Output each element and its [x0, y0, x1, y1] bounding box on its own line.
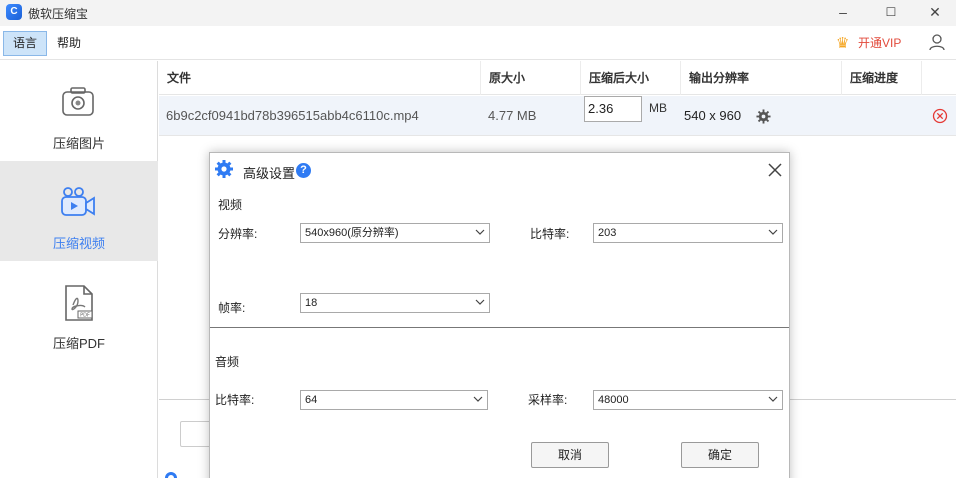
column-file: 文件	[167, 71, 192, 85]
dialog-title: 高级设置	[243, 166, 296, 181]
section-divider	[210, 327, 789, 328]
video-camera-icon	[61, 187, 95, 216]
vip-button[interactable]: ♛ 开通VIP	[836, 33, 901, 53]
column-compressed-size: 压缩后大小	[580, 61, 680, 95]
menu-bar: 语言 帮助 ♛ 开通VIP	[0, 26, 956, 60]
framerate-value: 18	[305, 297, 318, 309]
background-radio[interactable]	[165, 472, 177, 478]
crown-icon: ♛	[836, 34, 850, 52]
menu-language[interactable]: 语言	[3, 31, 48, 56]
video-bitrate-value: 203	[598, 227, 617, 239]
chevron-down-icon	[768, 396, 778, 402]
sidebar-item-label: 压缩图片	[52, 136, 105, 151]
column-actions	[921, 61, 956, 95]
file-name: 6b9c2cf0941bd78b396515abb4c6110c.mp4	[166, 108, 419, 123]
audio-bitrate-label: 比特率:	[215, 393, 255, 407]
resolution-select[interactable]: 540x960(原分辨率)	[300, 223, 490, 243]
chevron-down-icon	[475, 229, 485, 235]
gear-icon[interactable]	[756, 109, 771, 124]
cancel-button[interactable]: 取消	[531, 442, 609, 468]
audio-section-label: 音频	[215, 355, 240, 369]
camera-icon	[62, 87, 94, 116]
sidebar: 压缩图片 压缩视频 PDF 压缩PDF	[0, 61, 158, 478]
pdf-icon: PDF	[65, 285, 93, 321]
close-window-button[interactable]: ✕	[912, 0, 956, 26]
column-progress: 压缩进度	[841, 61, 921, 95]
sample-rate-value: 48000	[598, 394, 629, 406]
sidebar-item-compress-image[interactable]: 压缩图片	[0, 61, 158, 161]
resolution-label: 分辨率:	[218, 227, 258, 241]
resolution-value: 540x960(原分辨率)	[305, 227, 399, 239]
chevron-down-icon	[768, 229, 778, 235]
remove-icon[interactable]	[932, 108, 948, 124]
chevron-down-icon	[473, 396, 483, 402]
title-bar: C 傲软压缩宝 – ☐ ✕	[0, 0, 956, 26]
user-icon[interactable]	[927, 32, 947, 52]
settings-gear-icon	[215, 160, 233, 178]
app-logo-icon: C	[6, 4, 22, 20]
app-title: 傲软压缩宝	[28, 7, 89, 21]
framerate-label: 帧率:	[218, 301, 246, 315]
sidebar-item-compress-pdf[interactable]: PDF 压缩PDF	[0, 261, 158, 361]
sidebar-item-label: 压缩视频	[52, 236, 105, 251]
size-unit: MB	[649, 101, 667, 115]
column-output-resolution: 输出分辨率	[680, 61, 841, 95]
audio-bitrate-value: 64	[305, 394, 318, 406]
video-bitrate-label: 比特率:	[530, 227, 570, 241]
video-bitrate-select[interactable]: 203	[593, 223, 783, 243]
sample-rate-select[interactable]: 48000	[593, 390, 783, 410]
audio-bitrate-select[interactable]: 64	[300, 390, 488, 410]
chevron-down-icon	[475, 299, 485, 305]
framerate-select[interactable]: 18	[300, 293, 490, 313]
close-icon[interactable]	[766, 161, 784, 179]
compressed-size-input[interactable]: 2.36	[584, 96, 642, 122]
column-original-size: 原大小	[480, 61, 580, 95]
maximize-button[interactable]: ☐	[868, 0, 914, 26]
table-row[interactable]: 6b9c2cf0941bd78b396515abb4c6110c.mp4 4.7…	[159, 96, 956, 136]
sidebar-item-label: 压缩PDF	[52, 336, 105, 351]
file-table-header: 文件 原大小 压缩后大小 输出分辨率 压缩进度	[159, 61, 956, 95]
svg-text:PDF: PDF	[80, 313, 90, 319]
original-size: 4.77 MB	[488, 108, 537, 123]
advanced-settings-dialog: 高级设置 ? 视频 分辨率: 540x960(原分辨率) 比特率: 203 帧率…	[209, 152, 790, 478]
confirm-button[interactable]: 确定	[681, 442, 759, 468]
minimize-button[interactable]: –	[820, 0, 866, 26]
help-icon[interactable]: ?	[296, 163, 311, 178]
sample-rate-label: 采样率:	[528, 393, 568, 407]
sidebar-item-compress-video[interactable]: 压缩视频	[0, 161, 158, 261]
menu-help[interactable]: 帮助	[47, 31, 91, 56]
vip-label: 开通VIP	[858, 36, 902, 50]
output-resolution: 540 x 960	[684, 108, 742, 123]
video-section-label: 视频	[218, 198, 243, 212]
